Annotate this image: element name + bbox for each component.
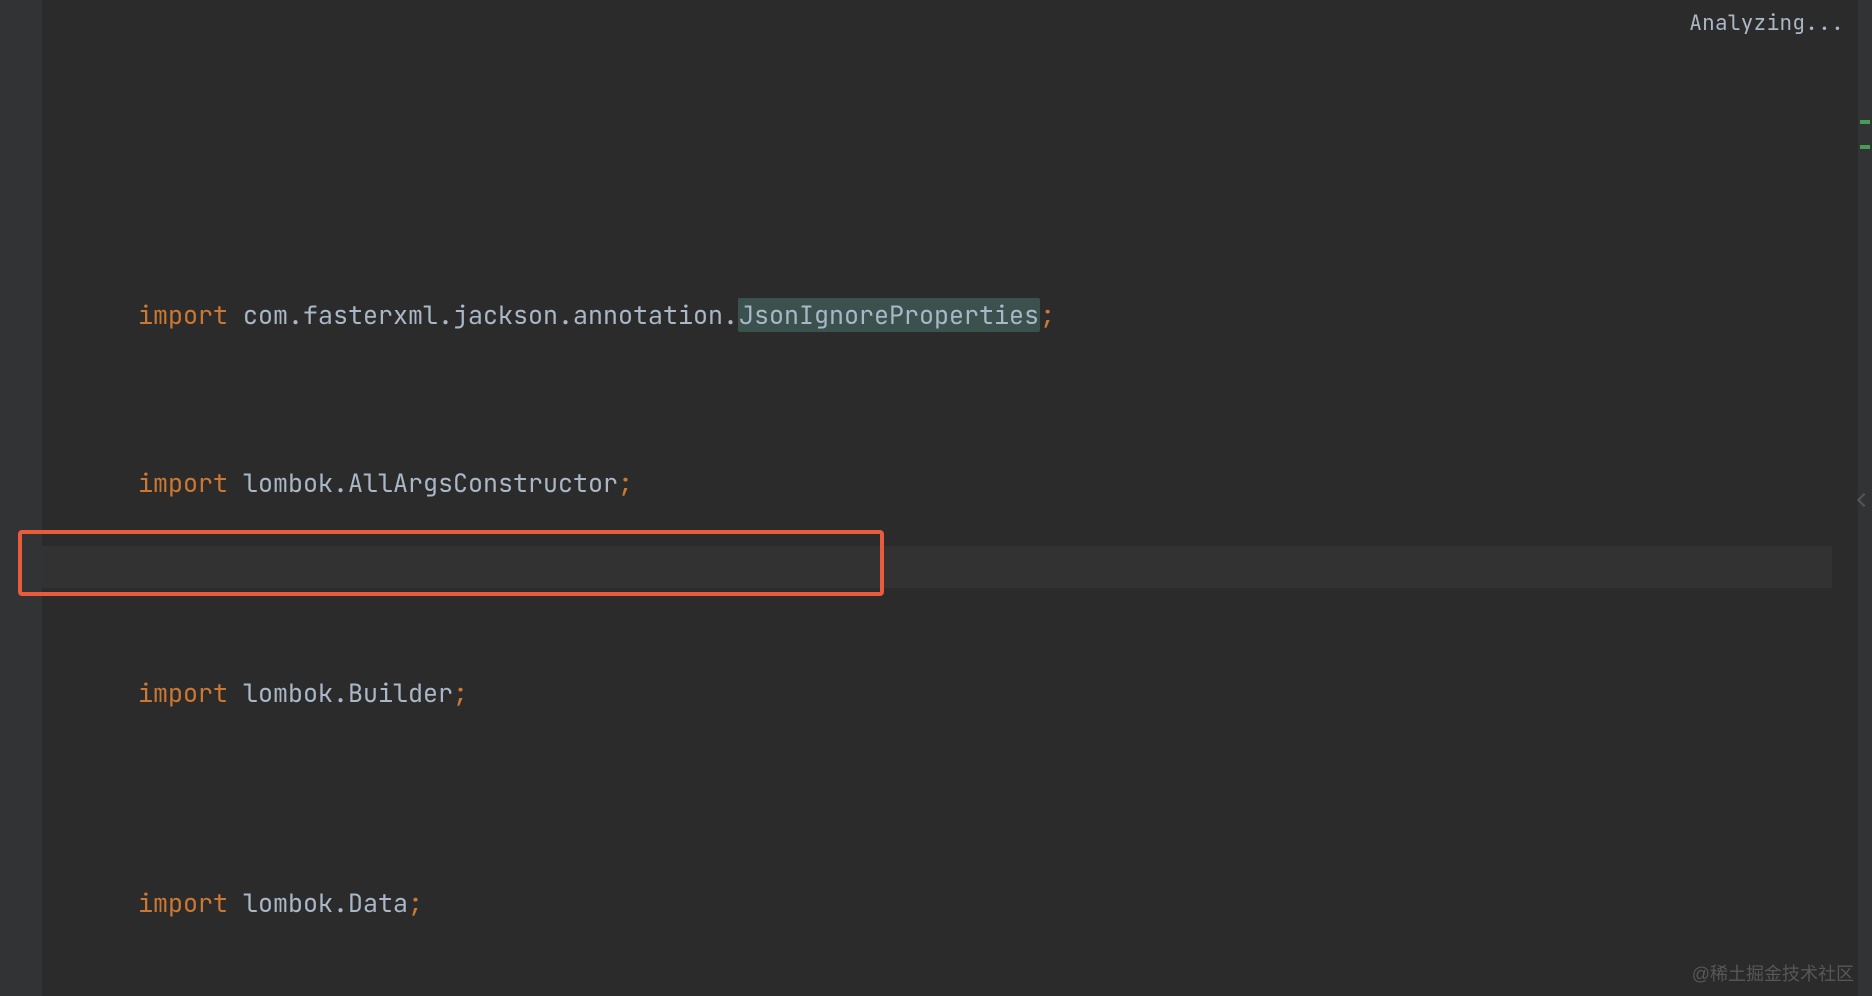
code-line[interactable]: import lombok.AllArgsConstructor; [42, 420, 1872, 462]
token-keyword: import [138, 298, 228, 332]
token-ident: lombok.Data [228, 886, 408, 920]
token-semicolon: ; [453, 676, 468, 710]
token-keyword: import [138, 886, 228, 920]
code-line[interactable]: ⊟ import com.fasterxml.jackson.annotatio… [42, 210, 1872, 252]
code-editor-pane[interactable]: Analyzing... ⊟ import com.fasterxml.jack… [0, 0, 1872, 996]
stripe-marker [1860, 145, 1870, 149]
watermark-text: @稀土掘金技术社区 [1692, 960, 1854, 986]
token-keyword: import [138, 466, 228, 500]
token-semicolon: ; [1040, 298, 1055, 332]
code-line[interactable]: import lombok.Builder; [42, 630, 1872, 672]
token-class-usage: JsonIgnoreProperties [738, 298, 1040, 332]
code-text-area[interactable]: ⊟ import com.fasterxml.jackson.annotatio… [42, 0, 1872, 996]
code-line[interactable]: import lombok.Data; [42, 840, 1872, 882]
token-ident: lombok.Builder [228, 676, 453, 710]
right-error-stripe[interactable] [1858, 0, 1872, 996]
token-semicolon: ; [618, 466, 633, 500]
token-keyword: import [138, 676, 228, 710]
stripe-marker [1860, 120, 1870, 124]
editor-gutter [0, 0, 42, 996]
token-ident: com.fasterxml.jackson.annotation. [228, 298, 738, 332]
stripe-scroll-hint [1857, 493, 1871, 507]
token-ident: lombok.AllArgsConstructor [228, 466, 618, 500]
token-semicolon: ; [408, 886, 423, 920]
